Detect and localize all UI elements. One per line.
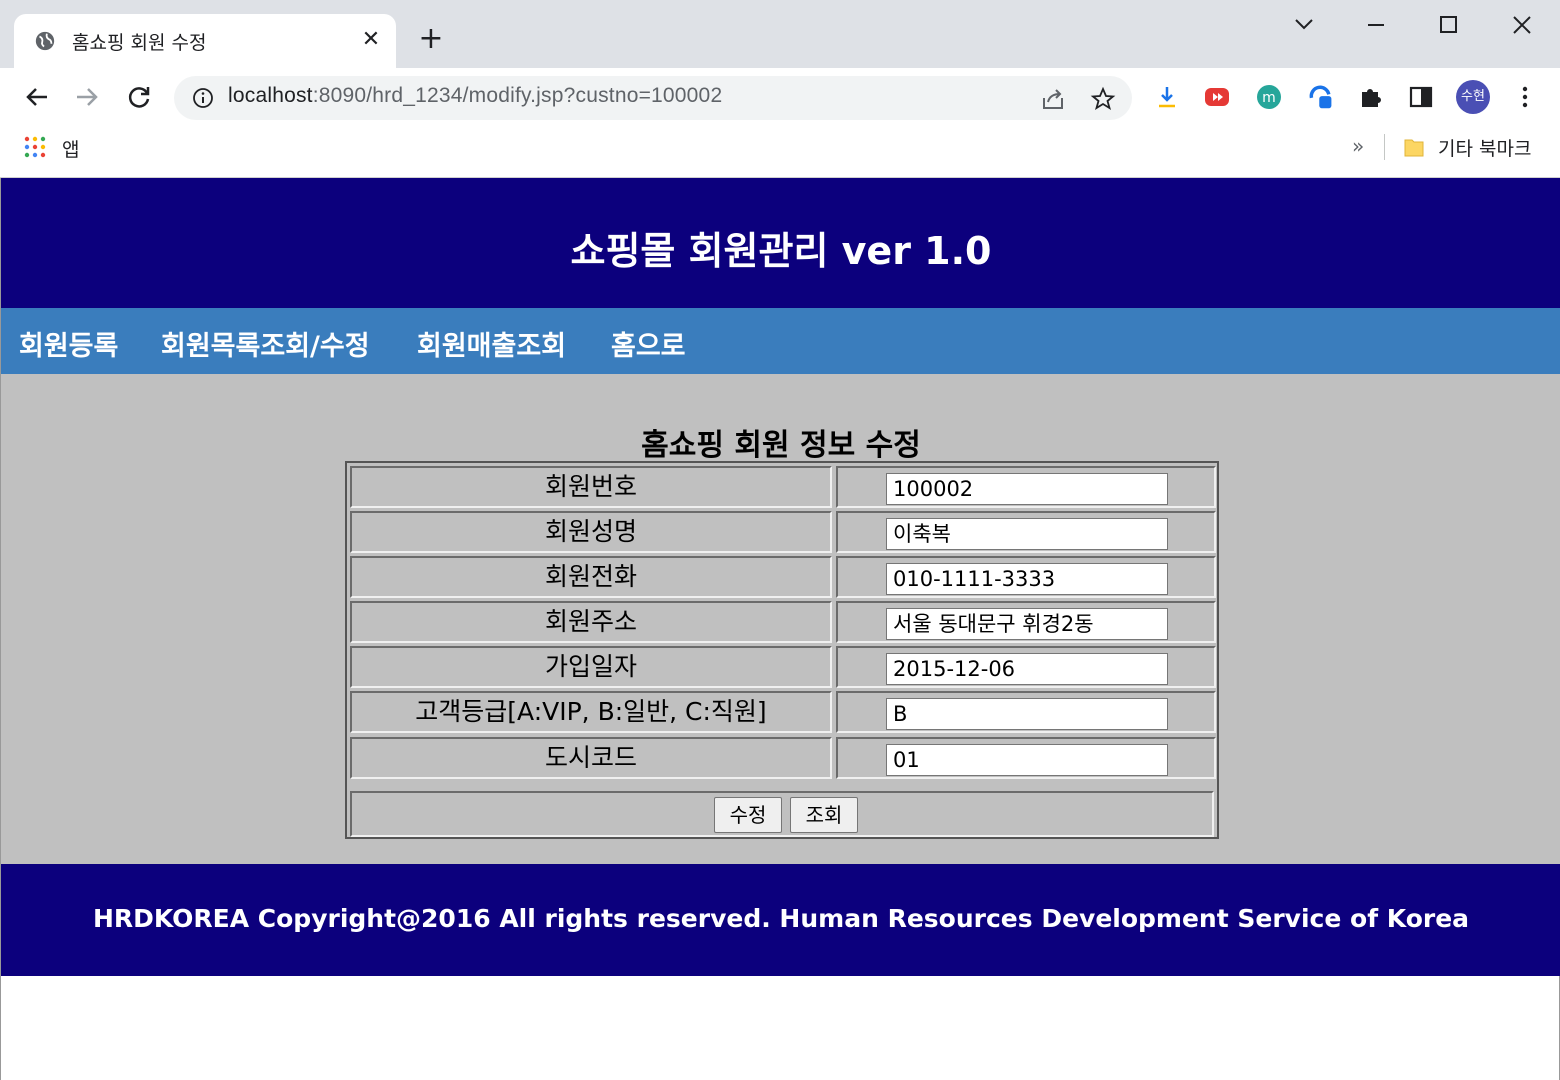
browser-toolbar: localhost:8090/hrd_1234/modify.jsp?custn…	[0, 68, 1560, 126]
profile-avatar[interactable]: 수현	[1456, 80, 1490, 114]
extension-video-icon[interactable]	[1204, 84, 1230, 110]
site-title: 쇼핑몰 회원관리 ver 1.0	[570, 229, 992, 273]
member-phone-input[interactable]: 010-1111-3333	[886, 563, 1168, 595]
label-member-no: 회원번호	[350, 466, 832, 508]
plus-icon[interactable]: +	[416, 24, 446, 54]
table-row: 회원주소 서울 동대문구 휘경2동	[350, 601, 1216, 643]
forward-icon[interactable]	[72, 82, 102, 112]
label-member-phone: 회원전화	[350, 556, 832, 598]
url-text[interactable]: localhost:8090/hrd_1234/modify.jsp?custn…	[228, 84, 722, 108]
svg-text:m: m	[1262, 90, 1276, 106]
member-form-table: 회원번호 100002 회원성명 이축복 회원전화 010-1111-3333 …	[345, 461, 1219, 839]
bookmarks-bar: 앱 » 기타 북마크	[0, 126, 1560, 178]
minimize-icon[interactable]	[1356, 10, 1396, 40]
member-address-input[interactable]: 서울 동대문구 휘경2동	[886, 608, 1168, 640]
label-grade: 고객등급[A:VIP, B:일반, C:직원]	[350, 691, 832, 733]
label-member-name: 회원성명	[350, 511, 832, 553]
label-join-date: 가입일자	[350, 646, 832, 688]
nav-link-sales[interactable]: 회원매출조회	[417, 324, 566, 363]
table-row: 고객등급[A:VIP, B:일반, C:직원] B	[350, 691, 1216, 733]
globe-icon	[35, 31, 55, 51]
form-button-row: 수정 조회	[350, 791, 1214, 837]
grade-input[interactable]: B	[886, 698, 1168, 730]
star-icon[interactable]	[1090, 86, 1116, 112]
apps-label[interactable]: 앱	[62, 135, 79, 162]
main-section: 홈쇼핑 회원 정보 수정 회원번호 100002 회원성명 이축복 회원전화 0…	[1, 374, 1560, 864]
table-row: 도시코드 01	[350, 737, 1216, 779]
footer-copyright: HRDKOREA Copyright@2016 All rights reser…	[92, 904, 1470, 933]
value-cell: 이축복	[836, 511, 1216, 553]
folder-icon	[1404, 139, 1424, 157]
nav-link-home[interactable]: 홈으로	[611, 324, 686, 363]
extension-m-icon[interactable]: m	[1256, 84, 1282, 110]
label-city-code: 도시코드	[350, 737, 832, 779]
table-row: 회원번호 100002	[350, 466, 1216, 508]
value-cell: 010-1111-3333	[836, 556, 1216, 598]
table-row: 회원성명 이축복	[350, 511, 1216, 553]
member-name-input[interactable]: 이축복	[886, 518, 1168, 550]
modify-button[interactable]: 수정	[714, 797, 782, 833]
form-title: 홈쇼핑 회원 정보 수정	[641, 428, 921, 463]
close-icon[interactable]: ✕	[360, 26, 382, 54]
chevron-down-icon[interactable]	[1284, 10, 1324, 40]
label-member-address: 회원주소	[350, 601, 832, 643]
city-code-input[interactable]: 01	[886, 744, 1168, 776]
nav-link-member-list[interactable]: 회원목록조회/수정	[161, 324, 370, 363]
table-row: 회원전화 010-1111-3333	[350, 556, 1216, 598]
other-bookmarks[interactable]: 기타 북마크	[1438, 134, 1531, 161]
value-cell: 100002	[836, 466, 1216, 508]
url-host: localhost	[228, 84, 313, 107]
lookup-button[interactable]: 조회	[790, 797, 858, 833]
maximize-icon[interactable]	[1428, 10, 1468, 40]
apps-icon[interactable]	[24, 136, 46, 158]
value-cell: 서울 동대문구 휘경2동	[836, 601, 1216, 643]
value-cell: 2015-12-06	[836, 646, 1216, 688]
member-no-input[interactable]: 100002	[886, 473, 1168, 505]
extension-download-icon[interactable]	[1154, 84, 1180, 110]
sidepanel-icon[interactable]	[1408, 84, 1434, 110]
reload-icon[interactable]	[124, 82, 154, 112]
site-header: 쇼핑몰 회원관리 ver 1.0	[1, 178, 1560, 308]
address-bar[interactable]: localhost:8090/hrd_1234/modify.jsp?custn…	[174, 76, 1132, 120]
extension-cloud-icon[interactable]	[1308, 84, 1334, 110]
join-date-input[interactable]: 2015-12-06	[886, 653, 1168, 685]
browser-tab[interactable]: 홈쇼핑 회원 수정 ✕	[14, 14, 396, 68]
value-cell: B	[836, 691, 1216, 733]
table-row: 가입일자 2015-12-06	[350, 646, 1216, 688]
url-path: :8090/hrd_1234/modify.jsp?custno=100002	[312, 84, 723, 107]
menu-icon[interactable]	[1512, 84, 1538, 110]
nav-link-register[interactable]: 회원등록	[19, 324, 118, 363]
web-page: 쇼핑몰 회원관리 ver 1.0 회원등록 회원목록조회/수정 회원매출조회 홈…	[0, 178, 1560, 1080]
puzzle-icon[interactable]	[1358, 84, 1384, 110]
window-close-icon[interactable]	[1502, 10, 1542, 40]
tab-strip: 홈쇼핑 회원 수정 ✕ +	[0, 0, 1560, 68]
back-icon[interactable]	[22, 82, 52, 112]
site-nav: 회원등록 회원목록조회/수정 회원매출조회 홈으로	[1, 308, 1560, 374]
site-footer: HRDKOREA Copyright@2016 All rights reser…	[1, 864, 1560, 976]
tab-title: 홈쇼핑 회원 수정	[72, 32, 207, 54]
share-icon[interactable]	[1040, 86, 1066, 112]
bookmarks-overflow[interactable]: »	[1352, 134, 1364, 158]
info-icon[interactable]	[192, 87, 214, 109]
bookmarks-divider	[1384, 134, 1385, 160]
value-cell: 01	[836, 737, 1216, 779]
